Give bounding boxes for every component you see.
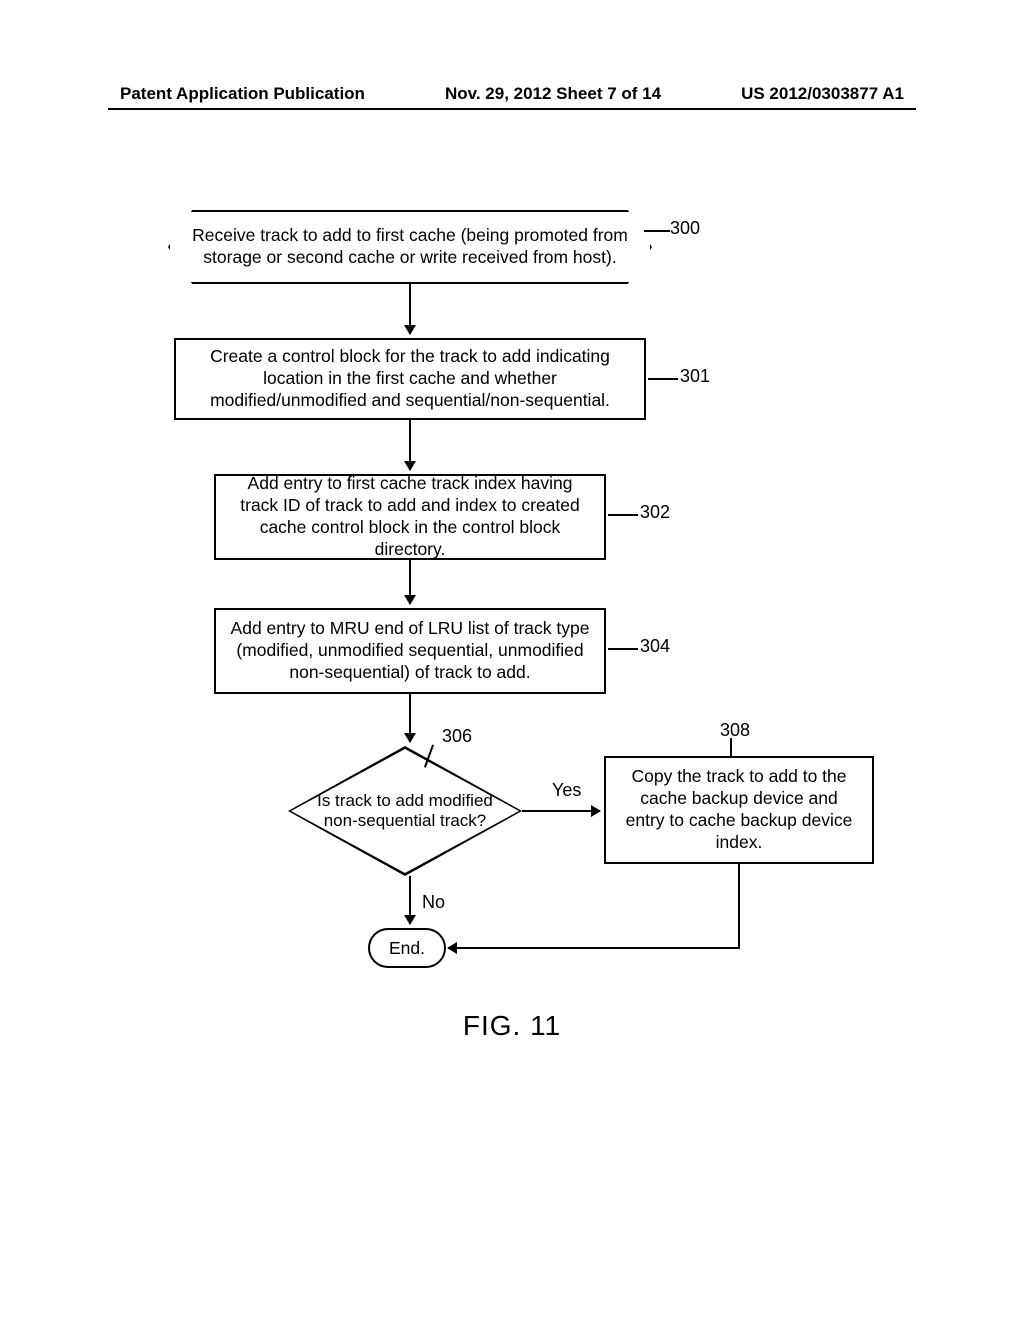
leader-301 [648,378,678,380]
leader-304 [608,648,638,650]
node-304: Add entry to MRU end of LRU list of trac… [214,608,606,694]
label-306: 306 [442,726,472,747]
arrow-301-302 [409,420,411,470]
label-304: 304 [640,636,670,657]
label-308: 308 [720,720,750,741]
arrow-308-end [448,947,740,949]
node-306-text: Is track to add modified non-sequential … [315,791,495,832]
node-306-decision: Is track to add modified non-sequential … [288,746,522,876]
node-end-text: End. [389,938,425,959]
header-rule [108,108,916,110]
node-end: End. [368,928,446,968]
node-301: Create a control block for the track to … [174,338,646,420]
arrow-306-yes [522,810,600,812]
page-header: Patent Application Publication Nov. 29, … [120,84,904,104]
figure-caption: FIG. 11 [0,1010,1024,1042]
node-302: Add entry to first cache track index hav… [214,474,606,560]
label-no: No [422,892,445,913]
node-308-text: Copy the track to add to the cache backu… [620,766,858,854]
label-302: 302 [640,502,670,523]
node-301-text: Create a control block for the track to … [190,346,630,412]
arrow-300-301 [409,284,411,334]
header-mid: Nov. 29, 2012 Sheet 7 of 14 [445,84,661,104]
arrow-302-304 [409,560,411,604]
segment-308-down [738,864,740,948]
leader-308 [730,738,732,756]
label-yes: Yes [552,780,581,801]
label-300: 300 [670,218,700,239]
node-308: Copy the track to add to the cache backu… [604,756,874,864]
node-302-text: Add entry to first cache track index hav… [230,473,590,561]
header-right: US 2012/0303877 A1 [741,84,904,104]
label-301: 301 [680,366,710,387]
header-left: Patent Application Publication [120,84,365,104]
node-300-start: Receive track to add to first cache (bei… [168,210,652,284]
arrow-304-306 [409,694,411,742]
leader-300 [644,230,670,232]
leader-302 [608,514,638,516]
arrow-306-no [409,876,411,924]
node-304-text: Add entry to MRU end of LRU list of trac… [230,618,590,684]
node-300-text: Receive track to add to first cache (bei… [184,225,636,269]
